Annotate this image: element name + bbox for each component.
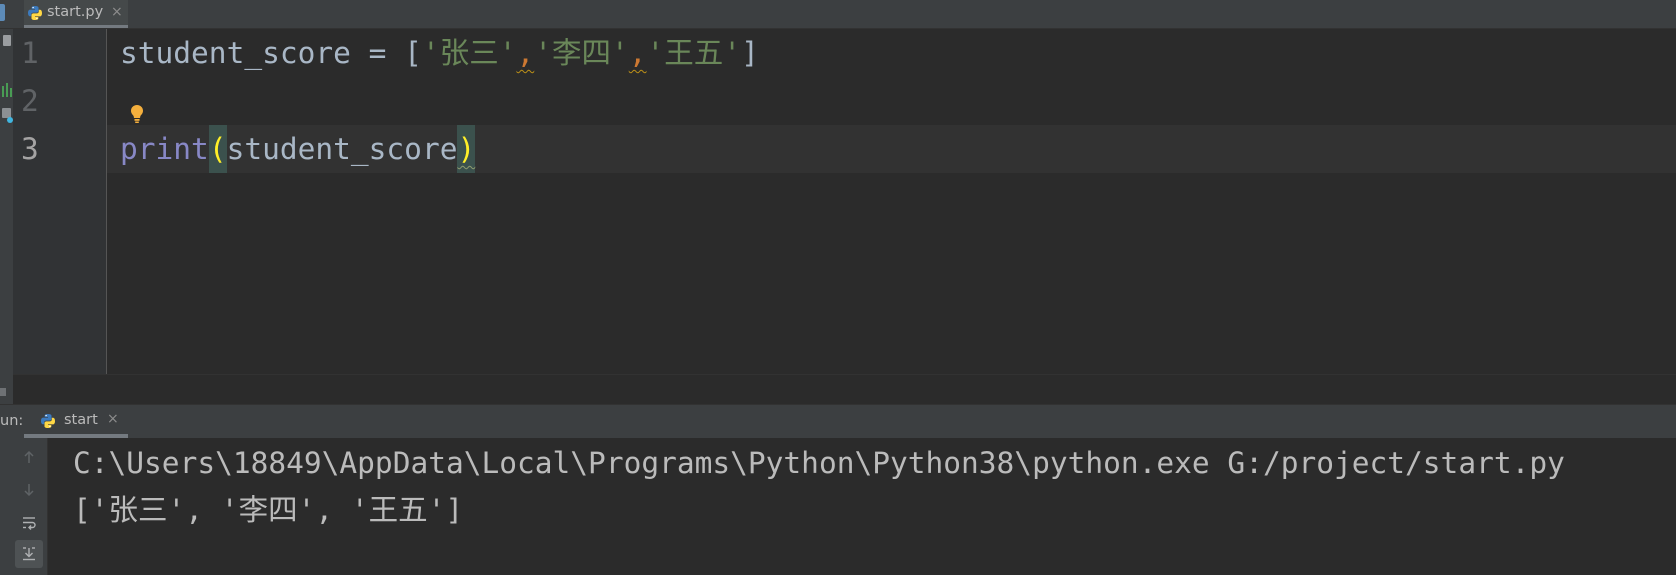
- coverage-icon-fragment[interactable]: [10, 88, 12, 97]
- brace-highlight-close: ): [457, 125, 476, 173]
- line-number: 1: [21, 36, 39, 70]
- left-tool-strip: [0, 29, 13, 404]
- line-number: 2: [21, 84, 39, 118]
- string-literal: '李四': [534, 36, 629, 70]
- close-icon[interactable]: ×: [111, 0, 123, 24]
- code-token: student_score: [226, 132, 458, 166]
- code-line-2[interactable]: [120, 77, 1676, 125]
- string-literal: '王五': [646, 36, 742, 70]
- run-tab-start[interactable]: start ×: [24, 405, 128, 438]
- builtin-print: print: [120, 132, 209, 166]
- comma-warning: ,: [516, 36, 535, 70]
- editor-tab-label: start.py: [47, 4, 104, 20]
- run-tab-label: start: [64, 412, 98, 428]
- lightbulb-icon[interactable]: [130, 104, 144, 124]
- code-token: student_score = [: [120, 36, 422, 70]
- close-icon[interactable]: ×: [107, 405, 119, 434]
- run-toolbar: [0, 438, 48, 575]
- tool-strip-icon-fragment[interactable]: [0, 4, 5, 21]
- coverage-icon-fragment[interactable]: [2, 86, 4, 97]
- string-literal: '张三': [421, 36, 517, 70]
- editor-tab-start-py[interactable]: start.py ×: [24, 0, 128, 28]
- code-token: ]: [741, 36, 759, 70]
- run-tool-window: C:\Users\18849\AppData\Local\Programs\Py…: [0, 438, 1676, 575]
- brace-highlight-open: (: [208, 125, 227, 173]
- soft-wrap-icon: [21, 515, 37, 531]
- code-line-1[interactable]: student_score = ['张三','李四','王五']: [120, 29, 1676, 77]
- line-number: 3: [21, 132, 39, 166]
- scroll-to-end-button[interactable]: [15, 540, 43, 568]
- editor-tab-bar: start.py ×: [0, 0, 1676, 29]
- up-arrow-icon: [21, 449, 37, 465]
- code-line-3[interactable]: print(student_score): [120, 125, 1676, 173]
- scroll-down-button[interactable]: [15, 476, 43, 504]
- console-output[interactable]: C:\Users\18849\AppData\Local\Programs\Py…: [73, 440, 1663, 534]
- soft-wrap-button[interactable]: [15, 509, 43, 537]
- tool-icon-fragment[interactable]: [0, 388, 6, 396]
- console-output-line: ['张三', '李四', '王五']: [73, 493, 464, 527]
- python-file-icon: [27, 5, 43, 21]
- scroll-to-end-icon: [21, 546, 37, 562]
- scroll-up-button[interactable]: [15, 443, 43, 471]
- console-command-line: C:\Users\18849\AppData\Local\Programs\Py…: [73, 446, 1565, 480]
- file-icon-fragment[interactable]: [3, 35, 11, 46]
- python-icon: [40, 413, 56, 429]
- comma-warning: ,: [628, 36, 647, 70]
- editor-gutter[interactable]: 1 2 3: [13, 29, 107, 374]
- editor-bottom-bar: [13, 374, 1676, 404]
- coverage-icon-fragment[interactable]: [6, 83, 8, 97]
- down-arrow-icon: [21, 482, 37, 498]
- code-editor[interactable]: 1 2 3 student_score = ['张三','李四','王五'] p…: [13, 29, 1676, 374]
- run-label: un:: [0, 413, 24, 429]
- run-tool-window-header: un: start ×: [0, 404, 1676, 438]
